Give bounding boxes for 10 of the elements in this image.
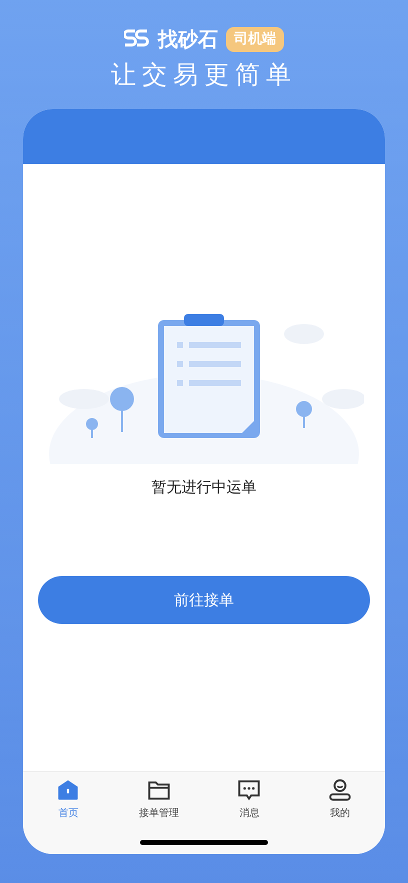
empty-message: 暂无进行中运单: [152, 476, 256, 498]
tab[interactable]: 消息: [204, 776, 294, 820]
brand-name: 找砂石: [158, 26, 218, 53]
tab[interactable]: 接单管理: [114, 776, 204, 820]
take-order-button[interactable]: 前往接单: [38, 576, 370, 624]
tab[interactable]: 我的: [294, 776, 385, 820]
person-icon: [326, 776, 353, 802]
driver-badge: 司机端: [226, 26, 284, 52]
slogan: 让交易更简单: [111, 59, 297, 91]
tab[interactable]: 首页: [23, 776, 114, 820]
